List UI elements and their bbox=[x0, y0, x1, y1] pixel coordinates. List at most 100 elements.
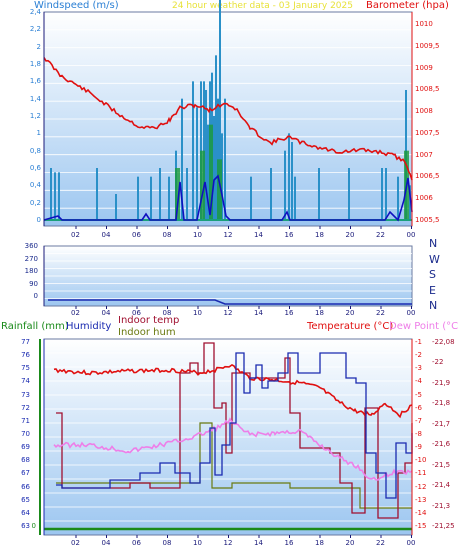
windspeed-tick-label: 0 bbox=[36, 216, 41, 224]
time-tick-label: 14 bbox=[254, 309, 263, 317]
barometer-tick-label: 1009,5 bbox=[415, 41, 440, 50]
humidity-tick-label: 66 bbox=[21, 482, 30, 491]
time-tick-label: 14 bbox=[254, 539, 263, 547]
direction-label: E bbox=[429, 283, 436, 297]
windspeed-bar bbox=[192, 81, 194, 220]
time-tick-label: 18 bbox=[315, 309, 324, 317]
temperature-tick-label: -6 bbox=[415, 403, 422, 412]
time-tick-label: 06 bbox=[132, 231, 141, 239]
time-tick-label: 02 bbox=[71, 231, 80, 239]
temperature-humidity-chart: 77 76 75 74 73 72 71 70 69 68 67 66 65 64 63 0 -1 -2 -3 -… bbox=[0, 333, 459, 555]
windspeed-bar bbox=[294, 176, 296, 220]
indoor-temp-title: Indoor temp bbox=[118, 315, 180, 326]
dewpoint-axis-title: Dew Point (°C) bbox=[389, 321, 459, 332]
windspeed-tick-label: 0,6 bbox=[29, 164, 41, 172]
windspeed-bar bbox=[213, 116, 215, 220]
windspeed-bar bbox=[284, 150, 286, 220]
humidity-tick-label: 67 bbox=[21, 469, 30, 478]
time-tick-label: 16 bbox=[284, 231, 294, 239]
windspeed-bar bbox=[348, 168, 350, 220]
dewpoint-tick-label: -21,7 bbox=[432, 419, 451, 428]
wind-barometer-chart: 2,4 2,2 2 1,8 1,6 1,4 1,2 1 0,8 0,6 0,4 0,2 0 1010 10… bbox=[0, 0, 459, 240]
windspeed-bar bbox=[397, 176, 399, 220]
humidity-tick-label: 76 bbox=[21, 351, 30, 360]
windspeed-bar bbox=[385, 168, 387, 220]
windspeed-bar bbox=[186, 168, 188, 220]
temperature-tick-label: -2 bbox=[415, 351, 422, 360]
dewpoint-tick-label: -21,5 bbox=[432, 460, 451, 469]
humidity-tick-label: 73 bbox=[21, 390, 30, 399]
dewpoint-tick-label: -21,3 bbox=[432, 501, 451, 510]
barometer-tick-label: 1005,5 bbox=[415, 216, 440, 224]
direction-label: W bbox=[429, 252, 440, 266]
humidity-tick-label: 77 bbox=[21, 338, 30, 346]
temperature-axis-title: Temperature (°C) bbox=[307, 321, 394, 332]
temperature-tick-label: -11 bbox=[415, 469, 427, 478]
windspeed-bar bbox=[115, 194, 117, 220]
temperature-tick-label: -4 bbox=[415, 377, 422, 386]
barometer-tick-label: 1009 bbox=[415, 63, 433, 72]
temperature-tick-label: -3 bbox=[415, 364, 422, 373]
windspeed-bar bbox=[288, 133, 290, 220]
time-tick-label: 04 bbox=[101, 231, 111, 239]
barometer-tick-label: 1007,5 bbox=[415, 128, 440, 137]
direction-label: N bbox=[429, 299, 438, 312]
dewpoint-tick-label: -21,9 bbox=[432, 378, 451, 387]
windspeed-bar bbox=[137, 176, 139, 220]
humidity-tick-label: 63 bbox=[21, 522, 30, 530]
time-tick-label: 08 bbox=[162, 539, 172, 547]
direction-degree-tick: 270 bbox=[24, 254, 38, 263]
barometer-tick-label: 1007 bbox=[415, 150, 433, 159]
temperature-tick-label: -1 bbox=[415, 338, 422, 346]
wind-barometer-svg bbox=[43, 0, 413, 229]
windspeed-bar bbox=[318, 168, 320, 220]
humidity-axis-title: Humidity bbox=[66, 321, 112, 332]
dewpoint-tick-label: -21,8 bbox=[432, 399, 451, 408]
barometer-tick-label: 1010 bbox=[415, 20, 433, 28]
temperature-humidity-svg bbox=[39, 338, 413, 538]
direction-degree-tick: 360 bbox=[24, 242, 38, 250]
windspeed-tick-label: 1,6 bbox=[29, 77, 41, 86]
humidity-tick-label: 64 bbox=[21, 508, 30, 517]
windspeed-tick-label: 0,4 bbox=[29, 181, 41, 190]
dewpoint-tick-label: -21,6 bbox=[432, 440, 451, 449]
time-tick-label: 22 bbox=[376, 539, 385, 547]
barometer-tick-label: 1008 bbox=[415, 107, 433, 116]
time-tick-label: 08 bbox=[162, 231, 172, 239]
humidity-tick-label: 68 bbox=[21, 456, 30, 465]
windspeed-tick-label: 2,4 bbox=[29, 8, 41, 16]
time-tick-label: 22 bbox=[376, 231, 385, 239]
time-tick-label: 04 bbox=[101, 539, 111, 547]
humidity-tick-label: 69 bbox=[21, 443, 30, 452]
direction-label: S bbox=[429, 268, 436, 281]
direction-degree-tick: 90 bbox=[29, 279, 38, 288]
humidity-tick-label: 72 bbox=[21, 403, 30, 412]
humidity-tick-label: 74 bbox=[21, 377, 30, 386]
time-tick-label: 16 bbox=[284, 539, 294, 547]
time-tick-label: 22 bbox=[376, 309, 385, 317]
dewpoint-tick-label: -22 bbox=[432, 358, 444, 367]
windspeed-bar bbox=[224, 98, 226, 220]
windspeed-tick-label: 1,4 bbox=[29, 94, 41, 103]
time-tick-label: 06 bbox=[132, 539, 141, 547]
time-tick-label: 12 bbox=[223, 231, 233, 239]
temperature-tick-label: -10 bbox=[415, 456, 427, 465]
windspeed-tick-label: 2 bbox=[36, 42, 41, 51]
rainfall-tick-label: 0 bbox=[31, 522, 36, 530]
time-tick-label: 00 bbox=[406, 309, 416, 317]
temperature-tick-label: -14 bbox=[415, 508, 427, 517]
time-tick-label: 20 bbox=[345, 539, 355, 547]
time-tick-label: 02 bbox=[71, 539, 80, 547]
windspeed-bar bbox=[58, 172, 60, 220]
barometer-tick-label: 1006 bbox=[415, 194, 433, 203]
windspeed-bar bbox=[96, 168, 98, 220]
temperature-tick-label: -9 bbox=[415, 443, 422, 452]
humidity-tick-label: 75 bbox=[21, 364, 30, 373]
time-tick-label: 20 bbox=[345, 309, 355, 317]
windspeed-bar bbox=[270, 168, 272, 220]
time-tick-label: 04 bbox=[101, 309, 111, 317]
windspeed-bar bbox=[196, 107, 198, 220]
time-tick-label: 18 bbox=[315, 539, 324, 547]
temperature-tick-label: -13 bbox=[415, 495, 427, 504]
windspeed-bar bbox=[159, 168, 161, 220]
